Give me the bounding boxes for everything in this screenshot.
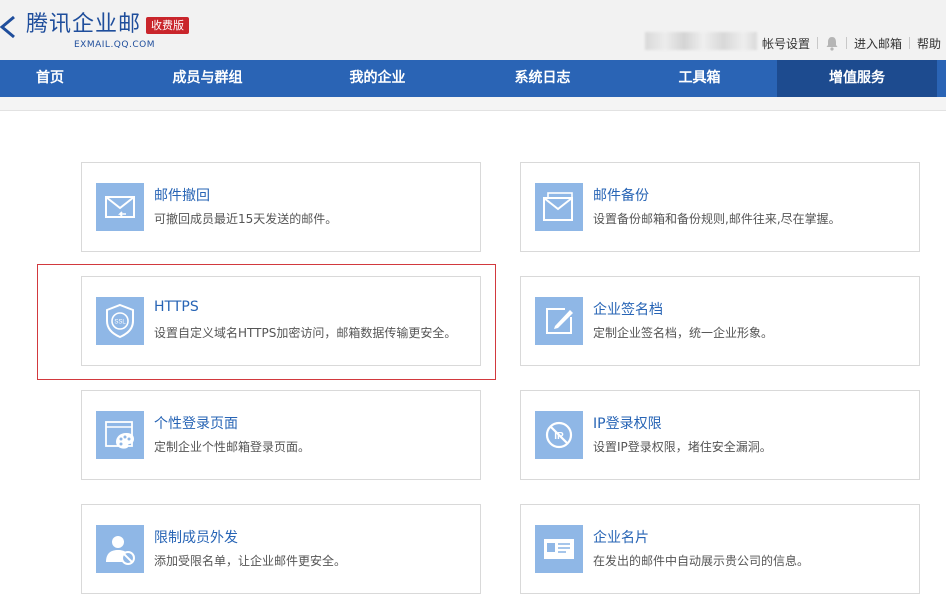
service-card-restrict-outgoing[interactable]: 限制成员外发 添加受限名单，让企业邮件更安全。 (81, 504, 481, 594)
ip-block-icon: IP (535, 411, 583, 459)
enter-mail-link[interactable]: 进入邮箱 (854, 35, 902, 52)
logo-text: 腾讯企业邮 (26, 12, 142, 37)
service-desc: 定制企业个性邮箱登录页面。 (154, 440, 311, 454)
logo-icon (0, 15, 15, 39)
service-card-ip-permission[interactable]: IP IP登录权限 设置IP登录权限，堵住安全漏洞。 (520, 390, 920, 480)
nav-toolbox[interactable]: 工具箱 (622, 60, 777, 97)
service-card-business-card[interactable]: 企业名片 在发出的邮件中自动展示贵公司的信息。 (520, 504, 920, 594)
main-nav: 首页 成员与群组 我的企业 系统日志 工具箱 增值服务 (0, 60, 946, 97)
service-title: 企业名片 (593, 530, 649, 546)
help-link[interactable]: 帮助 (917, 35, 941, 52)
service-title: 邮件撤回 (154, 188, 210, 204)
nav-my-enterprise[interactable]: 我的企业 (300, 60, 455, 97)
nav-value-added-services[interactable]: 增值服务 (777, 60, 937, 97)
service-desc: 在发出的邮件中自动展示贵公司的信息。 (593, 554, 810, 568)
user-restrict-icon (96, 525, 144, 573)
account-settings-link[interactable]: 帐号设置 (762, 35, 810, 52)
business-card-icon (535, 525, 583, 573)
service-card-custom-login[interactable]: 个性登录页面 定制企业个性邮箱登录页面。 (81, 390, 481, 480)
palette-icon (96, 411, 144, 459)
service-desc: 设置自定义域名HTTPS加密访问，邮箱数据传输更安全。 (154, 326, 457, 340)
divider (846, 37, 848, 49)
service-desc: 添加受限名单，让企业邮件更安全。 (154, 554, 347, 568)
service-title: 邮件备份 (593, 188, 649, 204)
top-links: 帐号设置 进入邮箱 帮助 (762, 35, 941, 51)
service-card-mail-recall[interactable]: 邮件撤回 可撤回成员最近15天发送的邮件。 (81, 162, 481, 252)
divider (817, 37, 819, 49)
mail-recall-icon (96, 183, 144, 231)
nav-underline-band (0, 97, 946, 111)
logo-subtitle: EXMAIL.QQ.COM (74, 40, 155, 50)
service-card-https[interactable]: SSL HTTPS 设置自定义域名HTTPS加密访问，邮箱数据传输更安全。 (81, 276, 481, 366)
service-title: HTTPS (154, 299, 199, 315)
service-desc: 设置IP登录权限，堵住安全漏洞。 (593, 440, 772, 454)
service-card-signature[interactable]: 企业签名档 定制企业签名档，统一企业形象。 (520, 276, 920, 366)
top-header: 腾讯企业邮 EXMAIL.QQ.COM 收费版 帐号设置 进入邮箱 帮助 (0, 0, 946, 60)
service-title: 企业签名档 (593, 302, 663, 318)
service-card-mail-backup[interactable]: 邮件备份 设置备份邮箱和备份规则,邮件往来,尽在掌握。 (520, 162, 920, 252)
nav-home[interactable]: 首页 (0, 60, 100, 97)
service-title: 限制成员外发 (154, 530, 238, 546)
ssl-shield-icon: SSL (96, 297, 144, 345)
bell-icon[interactable] (825, 36, 839, 51)
nav-members-groups[interactable]: 成员与群组 (130, 60, 285, 97)
service-title: 个性登录页面 (154, 416, 238, 432)
service-title: IP登录权限 (593, 416, 662, 432)
svg-text:SSL: SSL (114, 320, 126, 326)
svg-text:IP: IP (554, 431, 564, 442)
service-desc: 可撤回成员最近15天发送的邮件。 (154, 212, 338, 226)
signature-pen-icon (535, 297, 583, 345)
nav-system-log[interactable]: 系统日志 (465, 60, 620, 97)
mail-backup-icon (535, 183, 583, 231)
service-desc: 定制企业签名档，统一企业形象。 (593, 326, 774, 340)
divider (909, 37, 911, 49)
service-desc: 设置备份邮箱和备份规则,邮件往来,尽在掌握。 (593, 212, 841, 226)
user-name-blurred (645, 32, 757, 50)
paid-edition-badge: 收费版 (146, 17, 189, 34)
